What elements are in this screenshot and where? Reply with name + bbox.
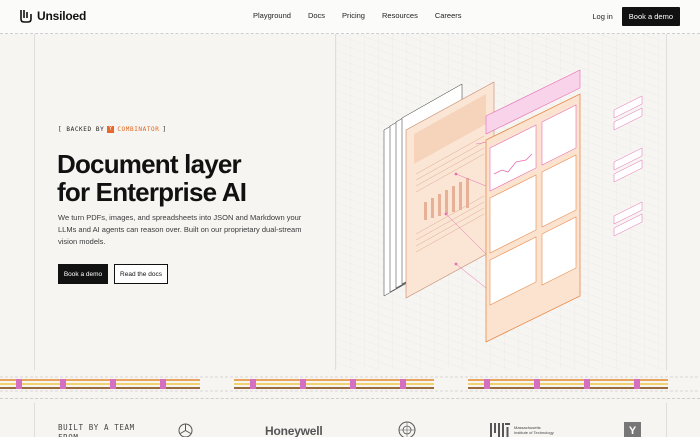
nav-link-playground[interactable]: Playground xyxy=(253,11,291,20)
mit-name: Massachusetts Institute of Technology xyxy=(514,425,554,435)
built-by-label: BUILT BY A TEAM FROM xyxy=(58,423,135,437)
brand[interactable]: Unsiloed xyxy=(20,9,86,23)
backed-by-yc: [ BACKED BY Y COMBINATOR ] xyxy=(58,126,167,133)
nav-actions: Log in Book a demo xyxy=(592,7,680,26)
headline-line-2: for Enterprise AI xyxy=(57,177,247,207)
mercedes-benz-logo-icon xyxy=(178,423,193,437)
ycombinator-logo: Y xyxy=(624,422,641,437)
section-divider xyxy=(0,398,700,399)
nav-link-docs[interactable]: Docs xyxy=(308,11,325,20)
yc-name: COMBINATOR xyxy=(117,126,160,133)
login-link[interactable]: Log in xyxy=(592,12,612,21)
nav-link-careers[interactable]: Careers xyxy=(435,11,462,20)
top-navbar: Unsiloed Playground Docs Pricing Resourc… xyxy=(0,0,700,34)
backed-prefix: [ BACKED BY xyxy=(58,126,105,133)
hero-headline: Document layer for Enterprise AI xyxy=(57,150,337,206)
nav-links: Playground Docs Pricing Resources Career… xyxy=(253,11,479,20)
book-demo-nav-button[interactable]: Book a demo xyxy=(621,7,680,26)
document-illustration xyxy=(336,34,667,370)
nav-link-resources[interactable]: Resources xyxy=(382,11,418,20)
headline-line-1: Document layer xyxy=(57,149,242,179)
backed-suffix: ] xyxy=(162,126,167,133)
nav-link-pricing[interactable]: Pricing xyxy=(342,11,365,20)
honeywell-logo: Honeywell xyxy=(265,424,323,437)
iit-emblem-logo-icon xyxy=(398,421,416,437)
hero-subtitle: We turn PDFs, images, and spreadsheets i… xyxy=(58,213,302,246)
read-docs-button[interactable]: Read the docs xyxy=(114,264,168,284)
unsiloed-logo-icon xyxy=(20,10,32,23)
decorative-stripe-band xyxy=(0,376,700,392)
mit-logo: Massachusetts Institute of Technology xyxy=(490,423,554,437)
mit-mark-icon xyxy=(490,423,510,437)
brand-name: Unsiloed xyxy=(37,9,87,23)
output-cards xyxy=(485,69,581,343)
yc-badge-icon: Y xyxy=(107,126,115,133)
book-demo-button[interactable]: Book a demo xyxy=(58,264,108,284)
